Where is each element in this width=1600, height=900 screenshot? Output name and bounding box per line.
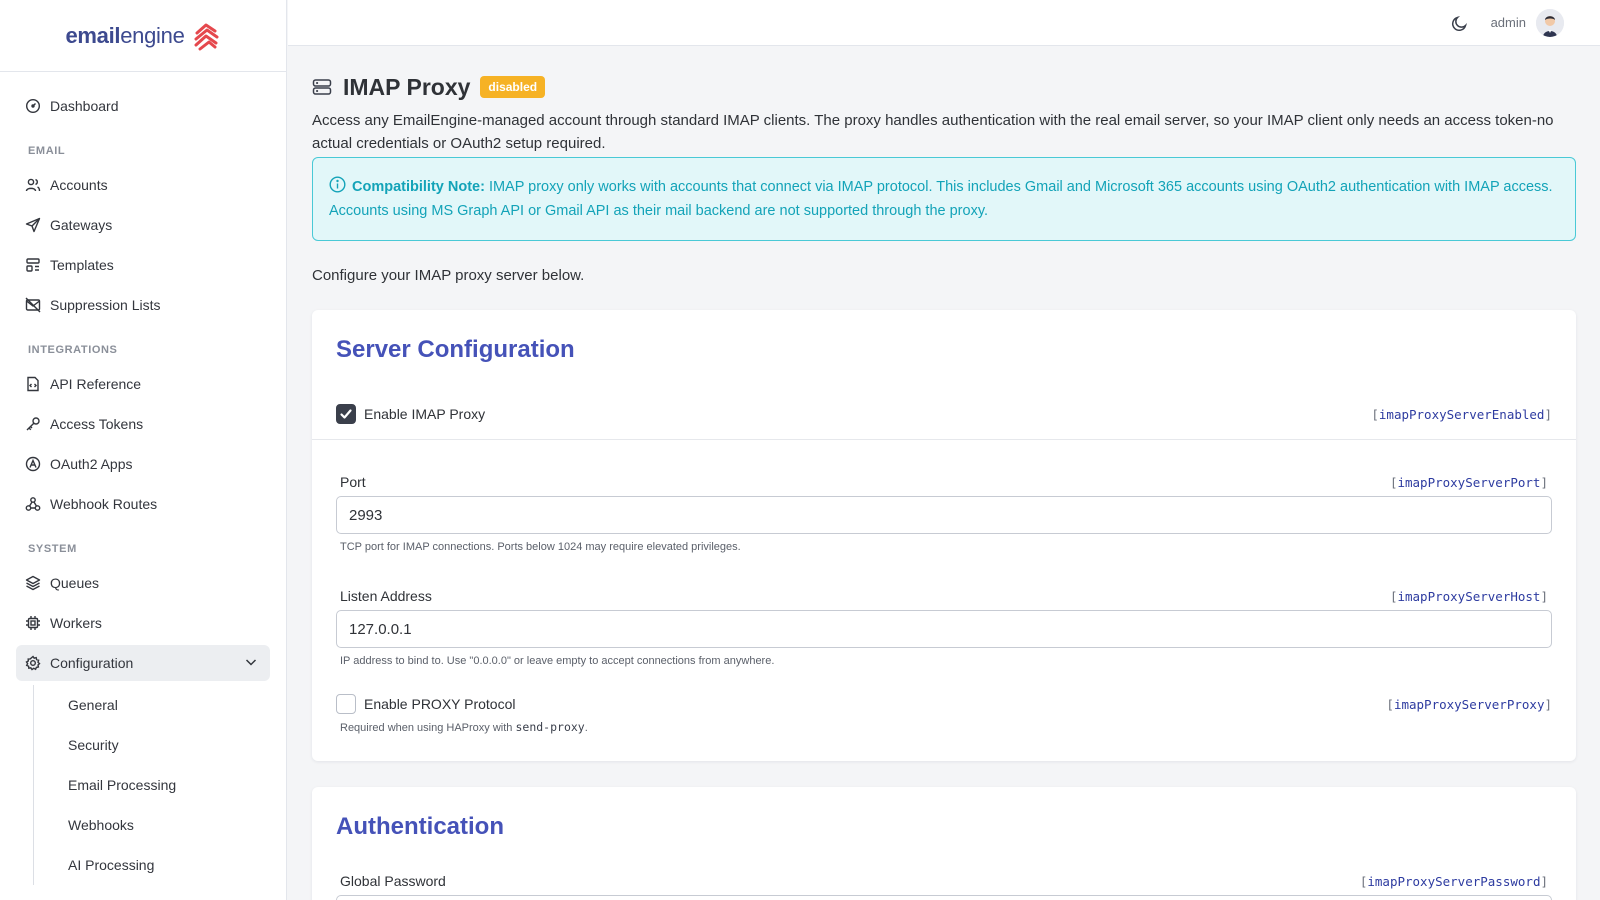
enable-imap-proxy-row: Enable IMAP Proxy [imapProxyServerEnable…: [312, 364, 1576, 440]
setting-key: [imapProxyServerEnabled]: [1371, 406, 1552, 422]
port-field: Port [imapProxyServerPort] 2993 TCP port…: [312, 470, 1576, 553]
enable-imap-proxy-label[interactable]: Enable IMAP Proxy: [364, 406, 485, 422]
listen-address-input[interactable]: 127.0.0.1: [336, 610, 1552, 648]
sidebar-item-api-reference[interactable]: API Reference: [16, 366, 270, 402]
sidebar-item-label: Gateways: [50, 217, 113, 233]
layers-icon: [25, 575, 41, 591]
listen-address-help: IP address to bind to. Use "0.0.0.0" or …: [340, 655, 775, 667]
mail-off-icon: [25, 297, 41, 313]
compatibility-alert: Compatibility Note: IMAP proxy only work…: [312, 157, 1576, 241]
webhook-icon: [25, 496, 41, 512]
brand-name: emailengine: [65, 22, 185, 48]
sidebar-item-suppression-lists[interactable]: Suppression Lists: [16, 287, 270, 323]
sidebar-item-access-tokens[interactable]: Access Tokens: [16, 406, 270, 442]
nav-section-heading: EMAIL: [28, 145, 66, 157]
enable-proxy-protocol-checkbox[interactable]: [336, 694, 356, 714]
enable-proxy-protocol-label[interactable]: Enable PROXY Protocol: [364, 696, 516, 712]
page-title: IMAP Proxy: [343, 73, 471, 100]
global-password-label: Global Password: [340, 873, 446, 889]
key-icon: [25, 416, 41, 432]
sidebar-item-label: Configuration: [50, 655, 134, 671]
file-code-icon: [25, 376, 41, 392]
user-name[interactable]: admin: [1491, 15, 1526, 30]
setting-key: [imapProxyServerProxy]: [1386, 696, 1552, 712]
template-icon: [25, 257, 41, 273]
subnav-item-ai-processing[interactable]: AI Processing: [34, 845, 286, 885]
sidebar-item-label: Suppression Lists: [50, 297, 161, 313]
subnav-item-general[interactable]: General: [34, 685, 286, 725]
sidebar-item-label: Workers: [50, 615, 102, 631]
card-title: Authentication: [336, 813, 504, 840]
gauge-icon: [25, 98, 41, 114]
alert-title: Compatibility Note:: [352, 179, 485, 195]
sidebar-item-oauth2-apps[interactable]: OAuth2 Apps: [16, 446, 270, 482]
info-icon: [329, 176, 346, 193]
sidebar-item-gateways[interactable]: Gateways: [16, 207, 270, 243]
proxy-protocol-help: Required when using HAProxy with send-pr…: [340, 720, 588, 734]
global-password-field: Global Password [imapProxyServerPassword…: [312, 869, 1576, 900]
sidebar-item-workers[interactable]: Workers: [16, 605, 270, 641]
setting-key: [imapProxyServerPort]: [1389, 475, 1548, 490]
server-configuration-card: Server Configuration Enable IMAP Proxy […: [312, 310, 1576, 761]
brand-logo-link[interactable]: emailengine: [0, 0, 286, 72]
listen-address-label: Listen Address: [340, 588, 432, 604]
check-icon: [340, 409, 352, 419]
sidebar-item-label: Templates: [50, 257, 114, 273]
sidebar-item-label: Dashboard: [50, 98, 119, 114]
sidebar-item-webhook-routes[interactable]: Webhook Routes: [16, 486, 270, 522]
subnav-item-security[interactable]: Security: [34, 725, 286, 765]
listen-address-field: Listen Address [imapProxyServerHost] 127…: [312, 584, 1576, 667]
sidebar-item-label: OAuth2 Apps: [50, 456, 133, 472]
main-content: IMAP Proxy disabled Access any EmailEngi…: [288, 46, 1600, 900]
sidebar-item-label: Queues: [50, 575, 100, 591]
sidebar-item-dashboard[interactable]: Dashboard: [16, 88, 270, 124]
card-title: Server Configuration: [336, 336, 575, 363]
server-icon: [312, 79, 332, 95]
app-circle-icon: [25, 456, 41, 472]
sidebar-item-label: Accounts: [50, 177, 108, 193]
chevron-down-icon: [244, 655, 258, 672]
setting-key: [imapProxyServerHost]: [1389, 589, 1548, 604]
gear-icon: [25, 655, 41, 671]
alert-text: IMAP proxy only works with accounts that…: [329, 179, 1553, 219]
nav-section-heading: SYSTEM: [28, 543, 77, 555]
avatar[interactable]: [1536, 8, 1564, 37]
cpu-icon: [25, 615, 41, 631]
enable-imap-proxy-checkbox[interactable]: [336, 404, 356, 424]
port-input[interactable]: 2993: [336, 496, 1552, 534]
setting-key: [imapProxyServerPassword]: [1359, 874, 1548, 889]
sidebar-item-label: API Reference: [50, 376, 142, 392]
sidebar-item-configuration[interactable]: Configuration: [16, 645, 270, 681]
users-icon: [25, 177, 41, 193]
configure-text: Configure your IMAP proxy server below.: [312, 267, 585, 284]
moon-icon[interactable]: [1451, 14, 1469, 32]
sidebar-item-label: Access Tokens: [50, 416, 144, 432]
port-label: Port: [340, 474, 366, 490]
subnav-item-email-processing[interactable]: Email Processing: [34, 765, 286, 805]
sidebar: emailengine Dashboard EMAIL Accounts Gat…: [0, 0, 287, 900]
page-intro: Access any EmailEngine-managed account t…: [312, 112, 1554, 152]
sidebar-item-accounts[interactable]: Accounts: [16, 167, 270, 203]
status-badge: disabled: [480, 76, 546, 98]
global-password-input[interactable]: [336, 895, 1552, 900]
configuration-subnav: General Security Email Processing Webhoo…: [33, 685, 286, 885]
send-icon: [25, 217, 41, 233]
sidebar-item-templates[interactable]: Templates: [16, 247, 270, 283]
subnav-item-webhooks[interactable]: Webhooks: [34, 805, 286, 845]
port-help: TCP port for IMAP connections. Ports bel…: [340, 541, 741, 553]
sidebar-item-queues[interactable]: Queues: [16, 565, 270, 601]
proxy-protocol-field: Enable PROXY Protocol [imapProxyServerPr…: [312, 694, 1576, 734]
nav-section-heading: INTEGRATIONS: [28, 344, 118, 356]
topbar: admin: [288, 0, 1600, 46]
sidebar-item-label: Webhook Routes: [50, 496, 158, 512]
authentication-card: Authentication Global Password [imapProx…: [312, 787, 1576, 900]
emailengine-logo-icon: [194, 23, 219, 50]
